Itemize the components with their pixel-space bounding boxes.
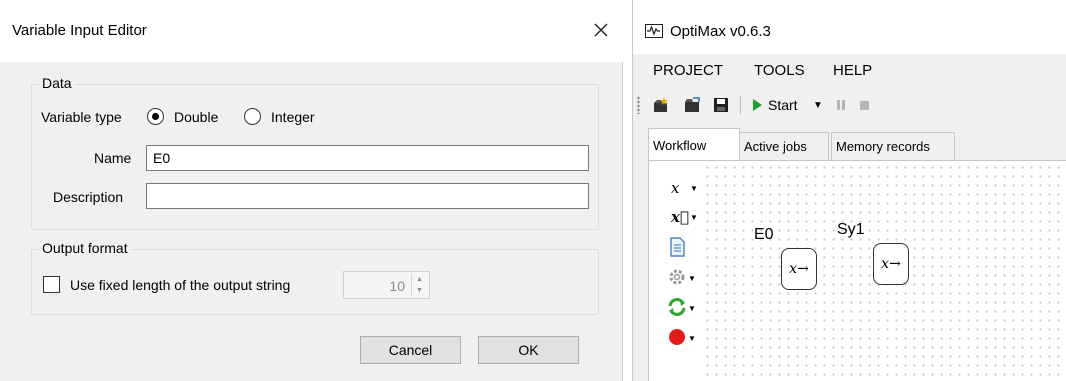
loop-tool[interactable]: ▼ bbox=[663, 297, 697, 319]
data-group-label: Data bbox=[39, 75, 75, 91]
app-logo-icon bbox=[645, 24, 663, 38]
open-project-icon[interactable] bbox=[683, 96, 701, 114]
toolbar: Start ▼ bbox=[633, 86, 1066, 124]
start-dropdown-icon[interactable]: ▼ bbox=[813, 100, 823, 111]
menubar: PROJECT TOOLS HELP bbox=[633, 54, 1066, 86]
new-project-icon[interactable] bbox=[652, 96, 670, 114]
vector-variable-tool[interactable]: x⃗ ▼ bbox=[663, 208, 698, 230]
tab-workflow[interactable]: Workflow bbox=[648, 128, 740, 161]
radio-double[interactable] bbox=[147, 108, 164, 125]
node-label-sy1: Sy1 bbox=[837, 221, 865, 238]
node-label-e0: E0 bbox=[754, 226, 774, 243]
tool-palette: x ▼ x⃗ ▼ ▼ ▼ ▼ bbox=[649, 161, 701, 381]
dialog-titlebar: Variable Input Editor bbox=[0, 0, 623, 62]
toolbar-separator bbox=[740, 96, 741, 114]
dialog-title: Variable Input Editor bbox=[12, 22, 147, 39]
spin-up-icon[interactable]: ▲ bbox=[412, 274, 427, 285]
radio-integer-label[interactable]: Integer bbox=[271, 109, 315, 125]
tab-memory-records[interactable]: Memory records bbox=[831, 132, 955, 160]
app-titlebar: OptiMax v0.6.3 bbox=[633, 0, 1066, 54]
pause-icon[interactable] bbox=[832, 96, 850, 114]
description-label: Description bbox=[53, 189, 124, 205]
ok-button[interactable]: OK bbox=[478, 336, 579, 364]
vector-variable-icon: x⃗ bbox=[671, 208, 689, 226]
tab-active-jobs[interactable]: Active jobs bbox=[739, 132, 829, 160]
tab-strip: Workflow Active jobs Memory records bbox=[633, 124, 1066, 161]
start-icon[interactable] bbox=[748, 96, 766, 114]
menu-project[interactable]: PROJECT bbox=[653, 62, 723, 79]
cancel-button[interactable]: Cancel bbox=[360, 336, 461, 364]
radio-selected-dot bbox=[152, 113, 159, 120]
variable-input-editor-dialog: Variable Input Editor Data Variable type… bbox=[0, 0, 623, 381]
variable-type-label: Variable type bbox=[41, 109, 122, 125]
scalar-variable-tool[interactable]: x ▼ bbox=[663, 179, 698, 201]
toolbar-grip[interactable] bbox=[637, 96, 640, 114]
chevron-down-icon: ▼ bbox=[690, 213, 698, 222]
menu-help[interactable]: HELP bbox=[833, 62, 872, 79]
close-icon[interactable] bbox=[587, 16, 615, 44]
chevron-down-icon: ▼ bbox=[688, 274, 696, 283]
optimax-window: OptiMax v0.6.3 PROJECT TOOLS HELP Start … bbox=[632, 0, 1066, 381]
document-icon bbox=[670, 237, 685, 257]
settings-icon bbox=[669, 269, 685, 285]
chevron-down-icon: ▼ bbox=[688, 304, 696, 313]
spin-down-icon[interactable]: ▼ bbox=[412, 285, 427, 296]
document-tool[interactable] bbox=[663, 237, 697, 259]
spin-buttons[interactable]: ▲ ▼ bbox=[411, 274, 427, 296]
fixed-length-label[interactable]: Use fixed length of the output string bbox=[70, 277, 290, 293]
stop-icon[interactable] bbox=[855, 96, 873, 114]
start-button-label[interactable]: Start bbox=[768, 97, 798, 113]
chevron-down-icon: ▼ bbox=[690, 184, 698, 193]
name-label: Name bbox=[94, 150, 132, 166]
app-title: OptiMax v0.6.3 bbox=[670, 23, 771, 40]
menu-tools[interactable]: TOOLS bbox=[754, 62, 805, 79]
record-tool[interactable]: ▼ bbox=[663, 327, 697, 349]
fixed-length-checkbox[interactable] bbox=[43, 276, 60, 293]
workflow-canvas[interactable]: E0 x→ Sy1 x→ bbox=[701, 161, 1066, 381]
scalar-variable-icon: x bbox=[671, 179, 680, 197]
description-input[interactable] bbox=[146, 183, 589, 209]
record-icon bbox=[669, 329, 685, 345]
output-format-group-label: Output format bbox=[39, 240, 131, 256]
radio-double-label[interactable]: Double bbox=[174, 109, 218, 125]
length-spinbox[interactable]: 10 ▲ ▼ bbox=[343, 271, 430, 299]
loop-icon bbox=[668, 298, 686, 316]
variable-node-sy1[interactable]: x→ bbox=[873, 243, 909, 285]
radio-integer[interactable] bbox=[244, 108, 261, 125]
length-value: 10 bbox=[389, 278, 405, 294]
save-icon[interactable] bbox=[712, 96, 730, 114]
variable-node-e0[interactable]: x→ bbox=[781, 248, 817, 290]
settings-tool[interactable]: ▼ bbox=[663, 267, 697, 289]
name-input[interactable] bbox=[146, 145, 589, 171]
chevron-down-icon: ▼ bbox=[688, 334, 696, 343]
workflow-workspace: x ▼ x⃗ ▼ ▼ ▼ ▼ E0 x→ Sy1 x→ bbox=[648, 160, 1066, 381]
